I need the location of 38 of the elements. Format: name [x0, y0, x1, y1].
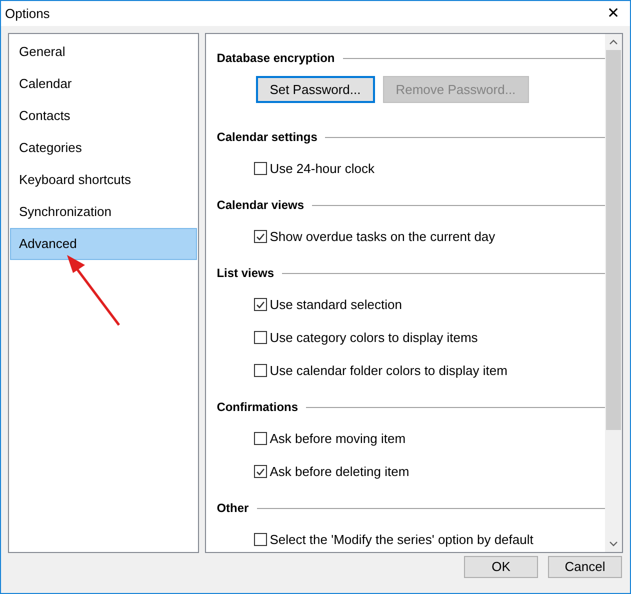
dialog-button[interactable]: Cancel [548, 556, 622, 578]
checkbox[interactable] [254, 162, 267, 175]
checkbox-label: Use calendar folder colors to display item [270, 362, 508, 380]
checkbox[interactable] [254, 298, 267, 311]
sidebar-item[interactable]: Keyboard shortcuts [10, 164, 197, 196]
sidebar-item[interactable]: Calendar [10, 68, 197, 100]
dialog-button[interactable]: OK [464, 556, 538, 578]
checkbox-label: Ask before moving item [270, 430, 406, 448]
password-button[interactable]: Set Password... [256, 76, 375, 103]
section-heading: List views [216, 265, 274, 282]
checkbox[interactable] [254, 230, 267, 243]
section-heading: Other [216, 500, 249, 517]
close-button[interactable]: ✕ [607, 6, 620, 21]
checkbox[interactable] [254, 331, 267, 344]
sidebar-item[interactable]: Synchronization [10, 196, 197, 228]
checkbox[interactable] [254, 533, 267, 546]
section-heading: Confirmations [216, 399, 298, 416]
sidebar-item[interactable]: Categories [10, 132, 197, 164]
scrollbar[interactable] [605, 34, 622, 552]
checkbox[interactable] [254, 432, 267, 445]
checkbox-label: Select the 'Modify the series' option by default [270, 530, 534, 549]
checkbox[interactable] [254, 364, 267, 377]
scroll-down-icon[interactable] [609, 541, 618, 547]
sidebar-item[interactable]: General [10, 36, 197, 68]
sidebar-item[interactable]: Contacts [10, 100, 197, 132]
section-heading: Database encryption [216, 50, 335, 67]
scrollbar-thumb[interactable] [606, 50, 621, 430]
section-heading: Calendar views [216, 197, 304, 214]
checkbox-label: Show overdue tasks on the current day [270, 228, 496, 246]
checkbox-label: Use category colors to display items [270, 328, 478, 347]
scroll-up-icon[interactable] [609, 39, 618, 45]
window-title: Options [5, 4, 50, 23]
sidebar-item[interactable]: Advanced [10, 228, 197, 260]
checkbox-label: Ask before deleting item [270, 462, 410, 481]
checkbox-label: Use 24-hour clock [270, 160, 374, 178]
section-heading: Calendar settings [216, 129, 318, 146]
checkbox-label: Use standard selection [270, 296, 402, 314]
checkbox[interactable] [254, 465, 267, 478]
